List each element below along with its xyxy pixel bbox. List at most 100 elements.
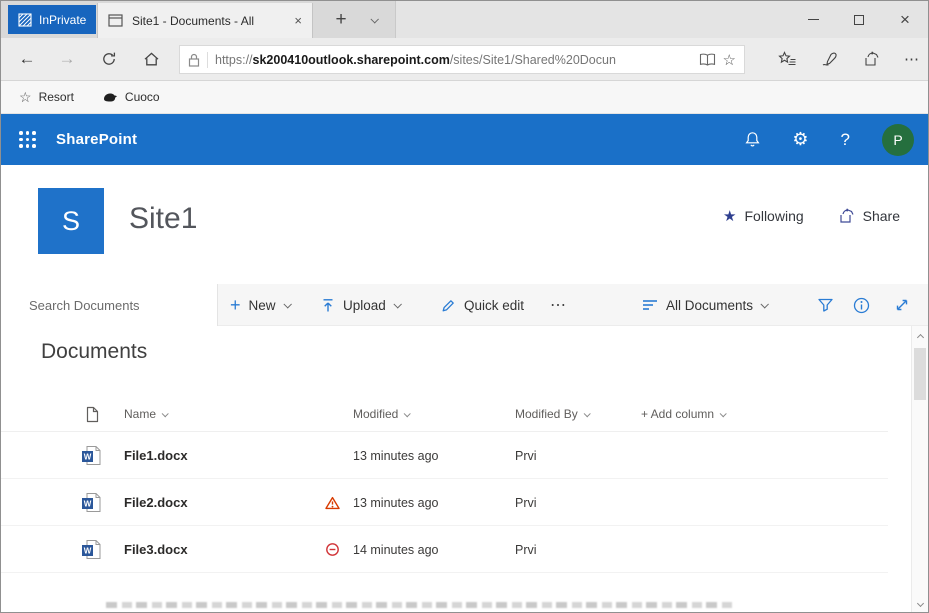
forward-button[interactable]: → [49, 38, 85, 80]
warning-icon[interactable] [325, 479, 340, 526]
favorite-item-resort[interactable]: ☆ Resort [19, 89, 74, 106]
svg-text:W: W [84, 547, 92, 556]
star-outline-icon: ☆ [19, 89, 32, 106]
site-logo[interactable]: S [38, 188, 104, 254]
search-input[interactable] [1, 298, 217, 313]
vertical-scrollbar[interactable] [911, 326, 928, 613]
column-header-modified[interactable]: Modified [353, 396, 409, 432]
browser-action-icons: ⋯ [778, 38, 920, 80]
new-tab-button[interactable]: + [325, 1, 357, 38]
fullscreen-expand-icon[interactable] [894, 284, 910, 326]
site-header: S Site1 ★ Following Share [1, 165, 928, 284]
tab-title: Site1 - Documents - All [132, 14, 285, 28]
help-icon[interactable]: ? [841, 130, 850, 150]
browser-tab[interactable]: Site1 - Documents - All × [97, 3, 313, 38]
favorite-star-icon[interactable]: ☆ [723, 51, 736, 69]
following-star-icon: ★ [723, 207, 736, 225]
tab-bar: InPrivate Site1 - Documents - All × + × [1, 1, 928, 38]
following-button[interactable]: ★ Following [723, 207, 804, 225]
settings-more-icon[interactable]: ⋯ [904, 50, 920, 68]
url-text: https://sk200410outlook.sharepoint.com/s… [215, 53, 616, 67]
share-site-label: Share [863, 208, 900, 224]
suite-app-name[interactable]: SharePoint [56, 131, 137, 148]
minimize-button[interactable] [790, 1, 836, 38]
filter-button[interactable] [817, 284, 834, 326]
list-header-row: Name Modified Modified By + Add column [1, 396, 888, 432]
file-name[interactable]: File2.docx [124, 479, 188, 526]
favorite-label: Resort [39, 90, 74, 104]
upload-label: Upload [343, 298, 386, 313]
column-header-modified-by[interactable]: Modified By [515, 396, 589, 432]
file-modified: 13 minutes ago [353, 479, 438, 526]
suite-bar-actions: ⚙ ? P [745, 114, 914, 165]
browser-window: InPrivate Site1 - Documents - All × + × … [0, 0, 929, 613]
view-selector-label: All Documents [666, 298, 753, 313]
tab-actions-button[interactable] [359, 1, 389, 38]
file-modified-by[interactable]: Prvi [515, 526, 537, 573]
word-file-icon: W [81, 479, 102, 526]
column-header-name[interactable]: Name [124, 396, 167, 432]
tab-close-icon[interactable]: × [294, 13, 302, 28]
close-window-button[interactable]: × [882, 1, 928, 38]
refresh-button[interactable] [91, 38, 127, 80]
cutoff-footer-text [106, 602, 736, 608]
svg-text:W: W [84, 500, 92, 509]
table-row-file3[interactable]: W File3.docx 14 minutes ago Prvi [1, 526, 888, 573]
chevron-down-icon [761, 300, 769, 308]
new-button[interactable]: + New [230, 284, 290, 326]
word-file-icon: W [81, 526, 102, 573]
share-icon[interactable] [863, 51, 880, 67]
add-column-button[interactable]: + Add column [641, 396, 725, 432]
favorite-item-cuoco[interactable]: Cuoco [102, 90, 160, 104]
file-type-column-icon[interactable] [85, 396, 99, 432]
reading-view-icon[interactable] [699, 53, 716, 66]
inprivate-hatch-icon [18, 13, 32, 27]
table-row-file1[interactable]: W File1.docx 13 minutes ago Prvi [1, 432, 888, 479]
site-actions: ★ Following Share [723, 207, 900, 225]
scroll-down-arrow[interactable] [912, 595, 928, 611]
address-bar-row: ← → https://sk200410outlook.sharepoint.c… [1, 38, 928, 81]
web-note-pen-icon[interactable] [821, 52, 839, 67]
new-label: New [249, 298, 276, 313]
chevron-down-icon [283, 300, 291, 308]
inprivate-label: InPrivate [39, 13, 86, 27]
maximize-button[interactable] [836, 1, 882, 38]
lock-icon [188, 53, 200, 67]
quick-edit-label: Quick edit [464, 298, 524, 313]
upload-button[interactable]: Upload [321, 284, 400, 326]
table-row-file2[interactable]: W File2.docx 13 minutes ago Prvi [1, 479, 888, 526]
favorites-hub-icon[interactable] [778, 51, 797, 67]
scrollbar-thumb[interactable] [914, 348, 926, 400]
address-divider [207, 52, 208, 68]
file-modified-by[interactable]: Prvi [515, 479, 537, 526]
notifications-bell-icon[interactable] [745, 131, 760, 148]
page-icon [108, 14, 123, 27]
site-title: Site1 [129, 202, 197, 236]
document-library: Documents Name Modified Modified By + Ad… [1, 326, 928, 613]
file-modified-by[interactable]: Prvi [515, 432, 537, 479]
scroll-up-arrow[interactable] [912, 329, 928, 345]
quick-edit-button[interactable]: Quick edit [441, 284, 524, 326]
file-name[interactable]: File3.docx [124, 526, 188, 573]
settings-gear-icon[interactable]: ⚙ [792, 129, 808, 150]
home-button[interactable] [133, 38, 169, 80]
view-selector-button[interactable]: All Documents [642, 284, 767, 326]
account-avatar[interactable]: P [882, 124, 914, 156]
share-site-icon [838, 208, 855, 224]
back-button[interactable]: ← [9, 38, 45, 80]
upload-icon [321, 298, 335, 313]
info-button[interactable] [853, 284, 870, 326]
command-bar: + New Upload Quick edit ⋯ All Documents [1, 284, 928, 326]
blocked-icon[interactable] [325, 526, 340, 573]
more-commands-button[interactable]: ⋯ [550, 284, 566, 326]
address-bar[interactable]: https://sk200410outlook.sharepoint.com/s… [179, 45, 745, 74]
word-file-icon: W [81, 432, 102, 479]
inprivate-badge: InPrivate [8, 5, 96, 34]
app-launcher-waffle-icon[interactable] [19, 131, 36, 148]
library-title: Documents [41, 340, 147, 364]
share-site-button[interactable]: Share [838, 208, 900, 224]
cuoco-favicon [102, 91, 118, 103]
file-name[interactable]: File1.docx [124, 432, 188, 479]
search-box[interactable] [1, 284, 218, 326]
svg-text:W: W [84, 453, 92, 462]
